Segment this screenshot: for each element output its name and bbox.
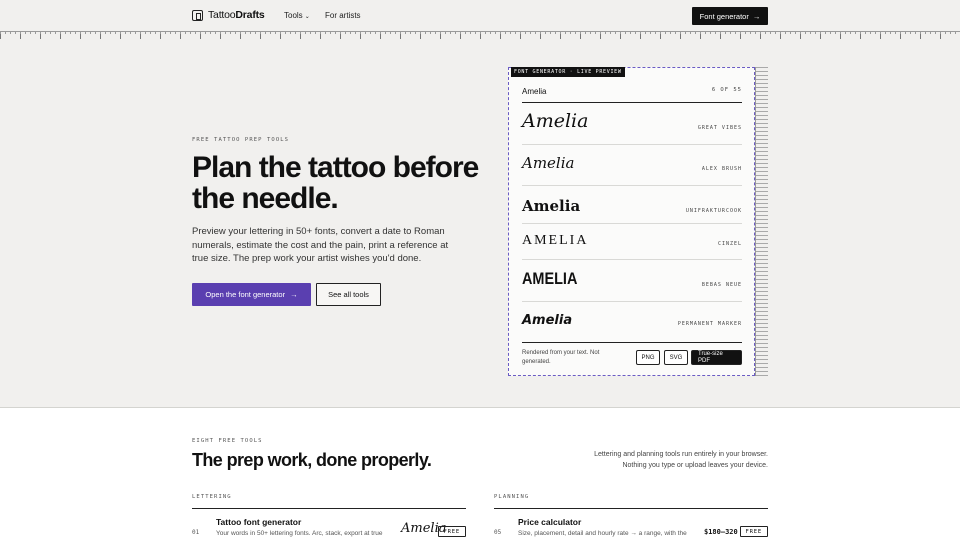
nav-tools-menu[interactable]: Tools ⌄ — [284, 11, 310, 20]
tools-side-line-2: Nothing you type or upload leaves your d… — [622, 461, 768, 469]
nav-for-artists[interactable]: For artists — [325, 11, 361, 20]
export-png-button[interactable]: PNG — [636, 350, 660, 365]
font-sample: Amelia — [522, 154, 575, 172]
primary-button-label: Open the font generator — [205, 290, 286, 299]
tool-description: Your words in 50+ lettering fonts. Arc, … — [216, 530, 383, 537]
logo-suffix: Drafts — [235, 9, 265, 21]
tool-row-price-calculator[interactable]: 05 Price calculator Size, placement, det… — [494, 516, 768, 540]
font-sample: AMELIA — [522, 233, 589, 248]
export-svg-button[interactable]: SVG — [664, 350, 688, 365]
tools-side-text: Lettering and planning tools run entirel… — [568, 450, 768, 471]
font-row[interactable]: AMELIA CINZEL — [522, 224, 742, 260]
logo[interactable]: TattooDrafts — [192, 9, 265, 21]
preview-footnote: Rendered from your text. Not generated. — [522, 350, 600, 365]
font-name: BEBAS NEUE — [701, 282, 742, 288]
tools-side-line-1: Lettering and planning tools run entirel… — [594, 451, 768, 458]
ruler-ticks — [0, 31, 960, 41]
chevron-down-icon: ⌄ — [304, 14, 310, 20]
top-nav: TattooDrafts Tools ⌄ For artists Font gen… — [0, 0, 960, 32]
font-sample: AMELIA — [522, 269, 578, 288]
preview-ruler — [755, 67, 768, 376]
preview-input-text: Amelia — [522, 87, 547, 96]
tools-section: EIGHT FREE TOOLS The prep work, done pro… — [0, 407, 960, 540]
export-pdf-button[interactable]: True-size PDF — [691, 350, 742, 365]
font-sample: Amelia — [522, 110, 589, 132]
lettering-divider — [192, 508, 466, 509]
nav-cta-label: Font generator — [699, 11, 749, 21]
font-row[interactable]: AMELIA BEBAS NEUE — [522, 260, 742, 302]
font-preview-card: FONT GENERATOR · LIVE PREVIEW Amelia 6 O… — [508, 67, 755, 376]
tool-price: $180–320 — [704, 528, 738, 536]
open-font-generator-button[interactable]: Open the font generator → — [192, 283, 311, 306]
tool-name: Price calculator — [518, 517, 582, 527]
tool-number: 01 — [192, 529, 200, 536]
font-generator-nav-button[interactable]: Font generator → — [692, 7, 768, 25]
font-name: UNIFRAKTURCOOK — [685, 208, 742, 214]
font-row[interactable]: Amelia PERMANENT MARKER — [522, 302, 742, 343]
tool-row-font-generator[interactable]: 01 Tattoo font generator Your words in 5… — [192, 516, 466, 540]
planning-heading: PLANNING — [494, 494, 530, 500]
font-name: ALEX BRUSH — [701, 166, 742, 172]
font-name: CINZEL — [717, 241, 742, 247]
font-row[interactable]: Amelia ALEX BRUSH — [522, 145, 742, 186]
logo-text: TattooDrafts — [208, 9, 265, 21]
font-sample: Amelia — [522, 313, 573, 328]
font-row[interactable]: Amelia GREAT VIBES — [522, 103, 742, 145]
tool-description: Size, placement, detail and hourly rate … — [518, 530, 687, 537]
tools-title: The prep work, done properly. — [192, 450, 432, 470]
font-sample: Amelia — [522, 197, 581, 215]
font-name: PERMANENT MARKER — [677, 321, 742, 327]
preview-tag: FONT GENERATOR · LIVE PREVIEW — [511, 67, 625, 77]
logo-prefix: Tattoo — [208, 9, 236, 21]
hero-eyebrow: FREE TATTOO PREP TOOLS — [192, 137, 290, 143]
see-all-tools-button[interactable]: See all tools — [316, 283, 381, 306]
arrow-right-icon: → — [752, 11, 761, 21]
planning-divider — [494, 508, 768, 509]
font-row[interactable]: Amelia UNIFRAKTURCOOK — [522, 186, 742, 224]
hero-title: Plan the tattoo before the needle. — [192, 151, 479, 215]
tools-eyebrow: EIGHT FREE TOOLS — [192, 438, 263, 444]
nav-tools-label: Tools — [284, 11, 303, 20]
preview-input[interactable]: Amelia 6 OF 55 — [522, 87, 742, 96]
font-name: GREAT VIBES — [697, 125, 742, 131]
arrow-right-icon: → — [290, 290, 298, 299]
free-badge: FREE — [437, 526, 466, 537]
free-badge: FREE — [739, 526, 768, 537]
tool-number: 05 — [494, 529, 502, 536]
logo-icon — [192, 9, 203, 21]
lettering-heading: LETTERING — [192, 494, 232, 500]
hero-subtitle: Preview your lettering in 50+ fonts, con… — [192, 226, 449, 264]
tool-name: Tattoo font generator — [216, 517, 302, 527]
preview-count: 6 OF 55 — [711, 87, 742, 93]
